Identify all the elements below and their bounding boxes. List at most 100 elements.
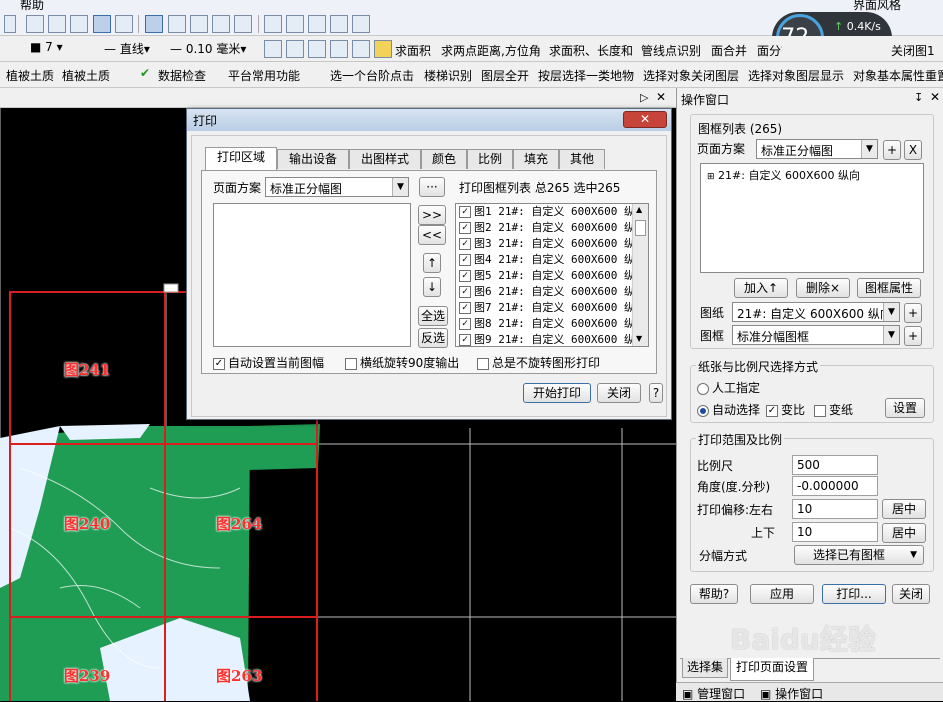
tool-distance[interactable]: 求两点距离,方位角 <box>441 42 541 59</box>
tool-close[interactable]: 关闭 <box>891 42 915 59</box>
frame-tool-1-icon[interactable] <box>145 15 163 33</box>
panel-delete-button[interactable]: 删除× <box>796 278 850 298</box>
panel-close-button[interactable]: 关闭 <box>892 584 930 604</box>
panel-add-button[interactable]: 加入↑ <box>734 278 788 298</box>
tool-a-icon[interactable] <box>264 40 282 58</box>
grid-a-icon[interactable] <box>26 15 44 33</box>
check-var-paper[interactable]: 变纸 <box>814 401 853 418</box>
tab-print-area[interactable]: 打印区域 <box>205 147 277 170</box>
tool-figure1[interactable]: 图1 <box>915 42 935 59</box>
checkbox-checked-icon[interactable]: ✓ <box>766 404 778 417</box>
dialog-help-button[interactable]: ? <box>649 383 663 403</box>
tab-other[interactable]: 其他 <box>559 149 605 169</box>
radio-auto[interactable]: 自动选择 <box>697 401 760 418</box>
text-ab-icon[interactable] <box>330 15 348 33</box>
add-all-button[interactable]: >> <box>418 205 446 225</box>
offset-lr-input[interactable]: 10 <box>792 499 878 519</box>
checkbox-checked-icon[interactable]: ✓ <box>459 286 471 298</box>
tb3-layer-open[interactable]: 图层全开 <box>481 67 529 84</box>
pick-icon[interactable] <box>4 15 16 33</box>
checkbox-checked-icon[interactable]: ✓ <box>459 222 471 234</box>
panel-help-button[interactable]: 帮助? <box>690 584 738 604</box>
check-var-scale[interactable]: ✓ 变比 <box>766 401 805 418</box>
line-tool-icon[interactable] <box>286 15 304 33</box>
checkbox-checked-icon[interactable]: ✓ <box>459 238 471 250</box>
offset-ud-input[interactable]: 10 <box>792 522 878 542</box>
tool-area[interactable]: 求面积 <box>395 42 431 59</box>
option-never-rotate[interactable]: 总是不旋转图形打印 <box>477 354 600 371</box>
tb3-layer-select[interactable]: 按层选择一类地物 <box>538 67 634 84</box>
center-lr-button[interactable]: 居中 <box>882 499 926 519</box>
option-rotate[interactable]: 横纸旋转90度输出 <box>345 354 459 371</box>
tab-selection-set[interactable]: 选择集 <box>682 658 728 678</box>
map-pin-icon[interactable]: ▷ <box>640 91 648 104</box>
checkbox-checked-icon[interactable]: ✓ <box>213 357 225 370</box>
taskbar-manage[interactable]: ▣ 管理窗口 <box>682 685 745 702</box>
tb3-show-layer[interactable]: 选择对象图层显示 <box>748 67 844 84</box>
frame-list-item[interactable]: ✓ 图3 21#: 自定义 600X600 纵向 <box>456 236 632 252</box>
remove-all-button[interactable]: << <box>418 225 446 245</box>
tb3-reset-attr[interactable]: 对象基本属性重置 <box>853 67 943 84</box>
angle-input[interactable]: -0.000000 <box>792 476 878 496</box>
print-dialog-close-icon[interactable]: ✕ <box>623 111 667 128</box>
grid-b-icon[interactable] <box>48 15 66 33</box>
tb3-stair[interactable]: 楼梯识别 <box>424 67 472 84</box>
tab-output-style[interactable]: 出图样式 <box>349 149 421 169</box>
checkbox-checked-icon[interactable]: ✓ <box>459 270 471 282</box>
frame-list-item[interactable]: ✓ 图9 21#: 自定义 600X600 纵向 <box>456 332 632 346</box>
panel-scheme-delete-button[interactable]: X <box>904 140 922 160</box>
split-select[interactable]: 选择已有图框 ▼ <box>794 545 924 565</box>
move-down-button[interactable]: ↓ <box>423 277 441 297</box>
tree-item[interactable]: ⊞ 21#: 自定义 600X600 纵向 <box>701 164 923 186</box>
tool-b-icon[interactable] <box>286 40 304 58</box>
panel-scheme-add-button[interactable]: + <box>883 140 901 160</box>
grid-c-icon[interactable] <box>70 15 88 33</box>
tool-c-icon[interactable] <box>308 40 326 58</box>
dialog-more-button[interactable]: ··· <box>419 177 445 197</box>
panel-frame-tree[interactable]: ⊞ 21#: 自定义 600X600 纵向 <box>700 163 924 273</box>
checkbox-icon[interactable] <box>345 357 357 370</box>
scale-input[interactable]: 500 <box>792 455 878 475</box>
panel-paper-select[interactable]: 21#: 自定义 600X600 纵向 ▼ <box>732 302 900 322</box>
checkbox-checked-icon[interactable]: ✓ <box>459 206 471 218</box>
tab-print-page-settings[interactable]: 打印页面设置 <box>730 658 814 681</box>
move-up-button[interactable]: ↑ <box>423 253 441 273</box>
tool-merge[interactable]: 面合并 <box>711 42 747 59</box>
panel-scheme-select[interactable]: 标准正分幅图 ▼ <box>756 139 878 159</box>
selected-frames-list[interactable] <box>213 203 411 347</box>
cube-icon[interactable] <box>374 40 392 58</box>
tab-output-device[interactable]: 输出设备 <box>277 149 349 169</box>
frame-list-item[interactable]: ✓ 图8 21#: 自定义 600X600 纵向 <box>456 316 632 332</box>
frame-list-item[interactable]: ✓ 图1 21#: 自定义 600X600 纵向 <box>456 204 632 220</box>
no-icon[interactable] <box>115 15 133 33</box>
tb3-veg2[interactable]: 植被土质 <box>62 67 110 84</box>
tb3-veg1[interactable]: 植被土质 <box>0 67 54 84</box>
checkbox-checked-icon[interactable]: ✓ <box>459 318 471 330</box>
center-ud-button[interactable]: 居中 <box>882 523 926 543</box>
frame-tool-3-icon[interactable] <box>190 15 208 33</box>
tb3-platform[interactable]: 平台常用功能 <box>228 67 300 84</box>
tab-color[interactable]: 颜色 <box>421 149 467 169</box>
frame-tool-5-icon[interactable] <box>234 15 252 33</box>
color-combo[interactable]: ■ 7 ▾ <box>30 40 98 58</box>
paper-settings-button[interactable]: 设置 <box>885 398 925 418</box>
tool-pipe-point[interactable]: 管线点识别 <box>641 42 701 59</box>
panel-apply-button[interactable]: 应用 <box>750 584 814 604</box>
panel-frame-select[interactable]: 标准分幅图框 ▼ <box>732 325 900 345</box>
tab-fill[interactable]: 填充 <box>513 149 559 169</box>
radio-icon[interactable] <box>697 382 709 395</box>
tb3-close-layer[interactable]: 选择对象关闭图层 <box>643 67 739 84</box>
frame-list-item[interactable]: ✓ 图4 21#: 自定义 600X600 纵向 <box>456 252 632 268</box>
panel-frame-props-button[interactable]: 图框属性 <box>857 278 921 298</box>
frame-list-scrollbar[interactable]: ▲ ▼ <box>632 204 648 346</box>
frame-tool-4-icon[interactable] <box>212 15 230 33</box>
tb3-data-check[interactable]: 数据检查 <box>158 67 206 84</box>
print-frame-list[interactable]: ✓ 图1 21#: 自定义 600X600 纵向 ✓ 图2 21#: 自定义 600X… <box>455 203 649 347</box>
tool-split[interactable]: 面分割 <box>757 42 782 59</box>
scroll-thumb[interactable] <box>635 220 646 236</box>
checkbox-icon[interactable] <box>814 404 826 417</box>
tb3-step[interactable]: 选一个台阶点击 <box>330 67 414 84</box>
invert-selection-button[interactable]: 反选 <box>418 328 448 348</box>
tool-d-icon[interactable] <box>330 40 348 58</box>
radio-manual[interactable]: 人工指定 <box>697 379 760 396</box>
